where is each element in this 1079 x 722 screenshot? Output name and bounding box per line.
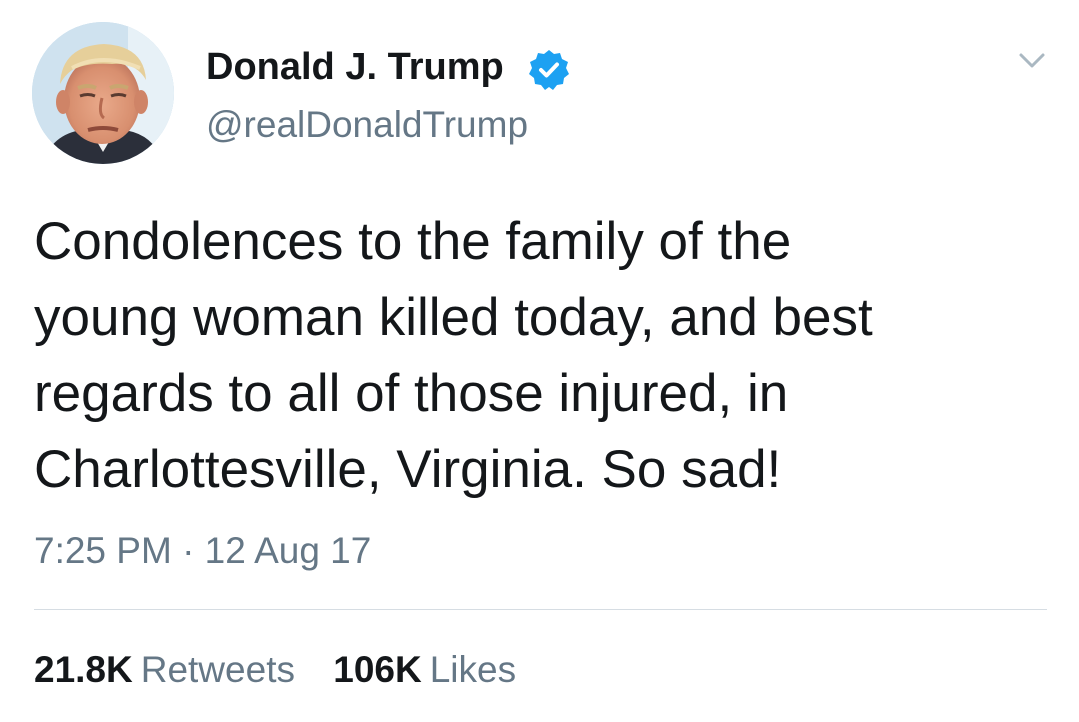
- avatar[interactable]: [32, 22, 174, 164]
- retweets-label: Retweets: [140, 649, 295, 690]
- author-display-name[interactable]: Donald J. Trump: [206, 44, 504, 90]
- tweet-text: Condolences to the family of the young w…: [34, 212, 873, 499]
- avatar-portrait-icon: [32, 22, 174, 164]
- likes-label: Likes: [429, 649, 517, 690]
- tweet-card: Donald J. Trump @realDonaldTrump Condole…: [0, 0, 1079, 722]
- chevron-down-icon[interactable]: [1018, 50, 1046, 72]
- tweet-timestamp[interactable]: 7:25 PM · 12 Aug 17: [34, 528, 371, 574]
- engagement-stats: 21.8K Retweets 106K Likes: [34, 647, 516, 693]
- author-handle[interactable]: @realDonaldTrump: [206, 103, 528, 147]
- divider: [34, 609, 1047, 610]
- likes-stat[interactable]: 106K Likes: [333, 647, 516, 693]
- verified-badge-icon: [527, 48, 571, 92]
- likes-count: 106K: [333, 649, 422, 690]
- retweets-count: 21.8K: [34, 649, 133, 690]
- retweets-stat[interactable]: 21.8K Retweets: [34, 647, 295, 693]
